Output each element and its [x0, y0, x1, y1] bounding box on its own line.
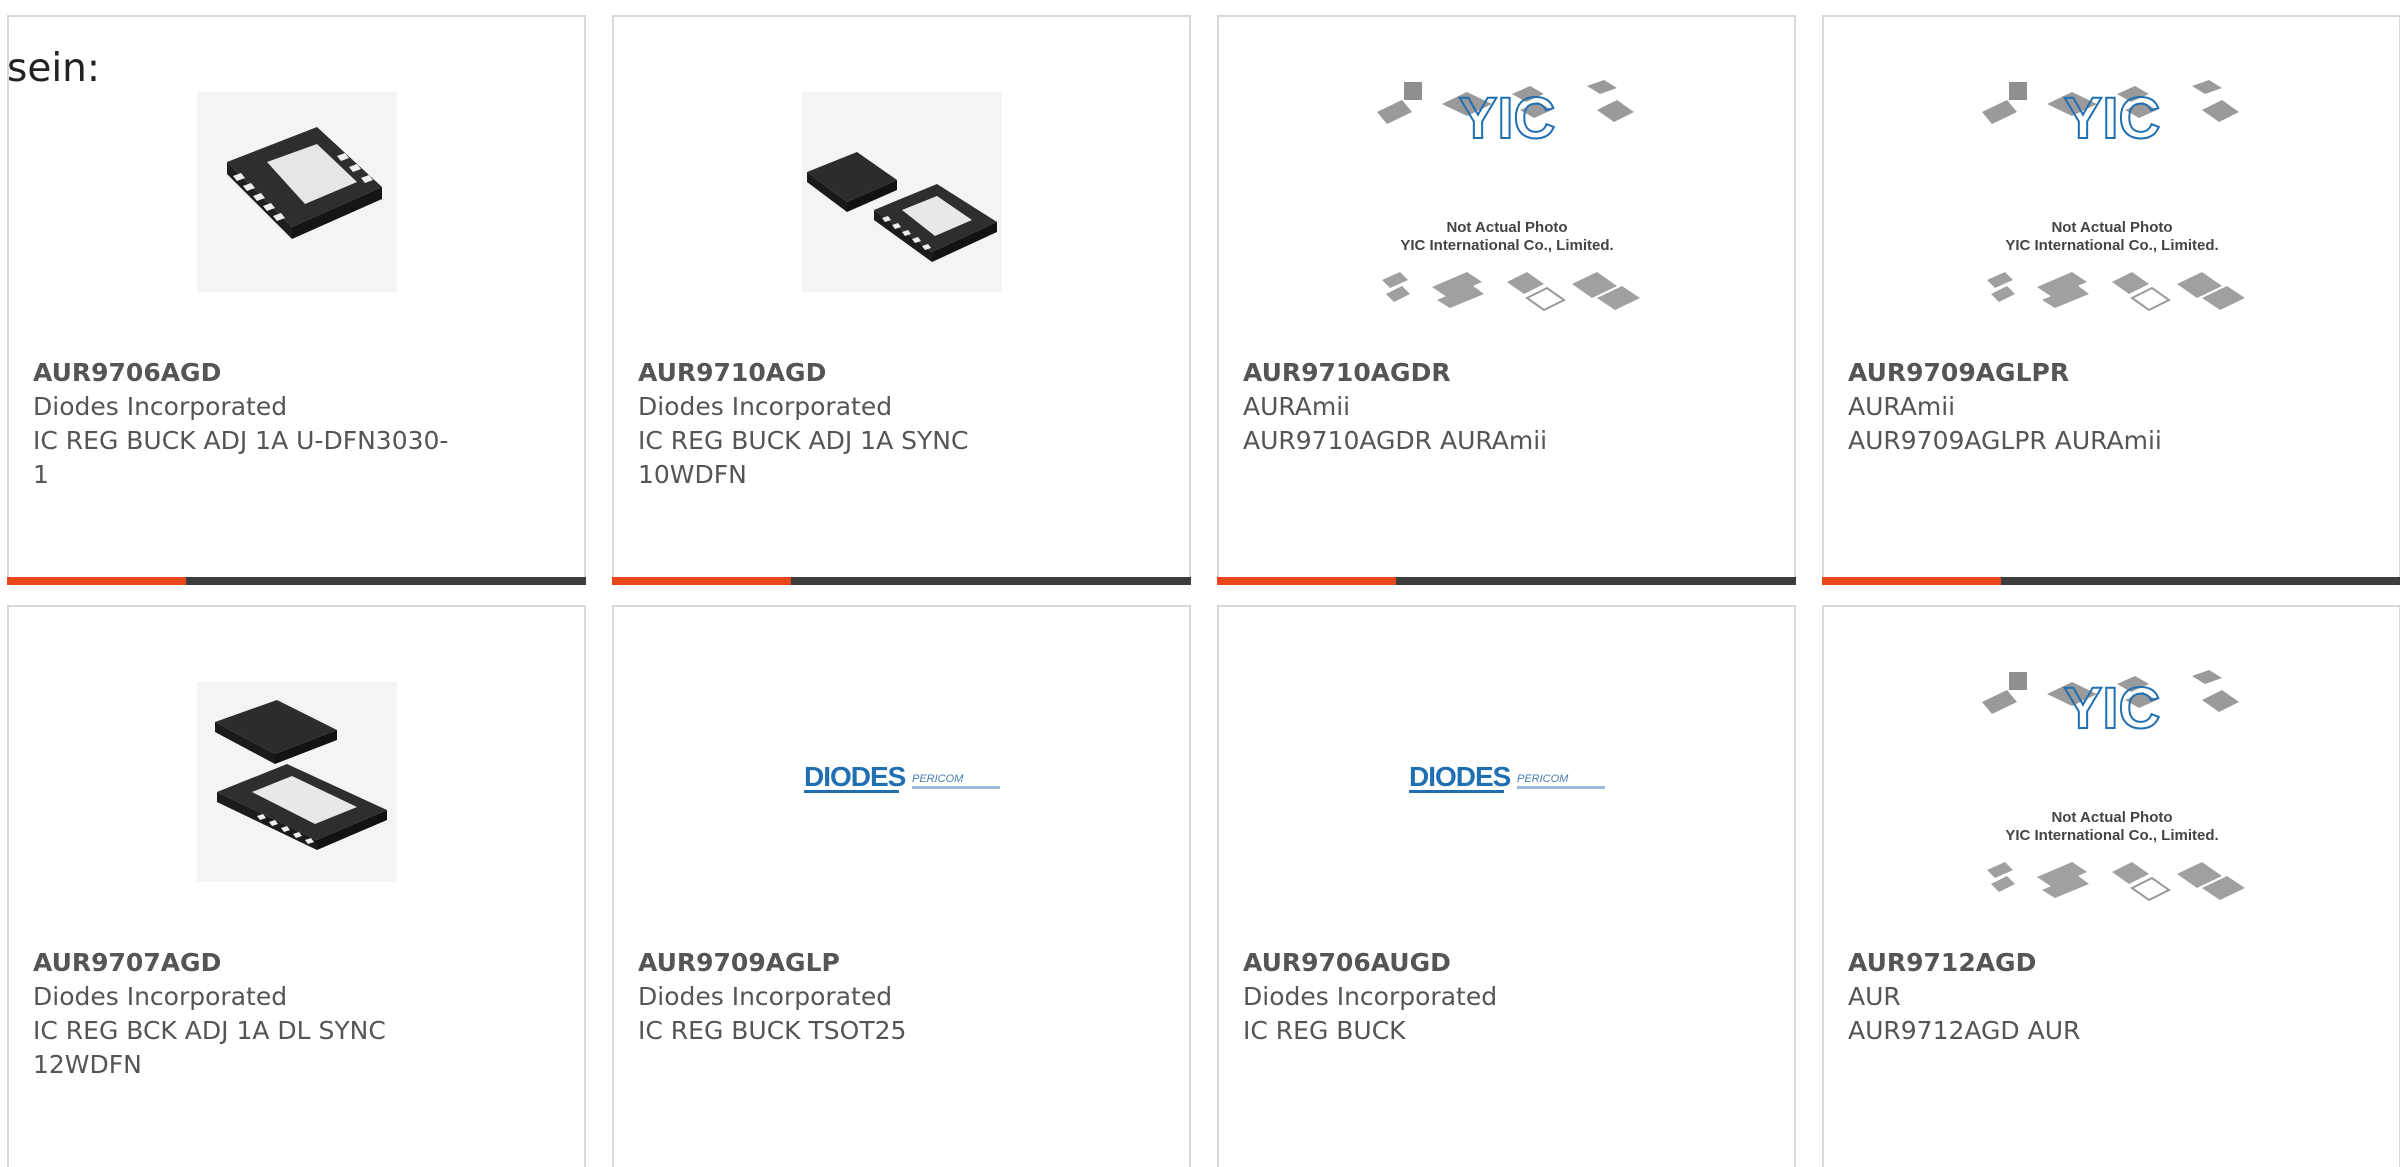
product-image[interactable] — [614, 72, 1189, 312]
pericom-logo: PERICOM — [1517, 773, 1569, 785]
ic-chip-image — [801, 92, 1002, 292]
product-image[interactable]: DIODES PERICOM — [1219, 662, 1794, 902]
product-info: AUR9710AGDR AURAmii AUR9710AGDR AURAmii — [1243, 356, 1673, 458]
progress-fill — [7, 577, 187, 585]
part-number-link[interactable]: AUR9706AGD — [33, 356, 463, 390]
product-grid: AUR9706AGD Diodes Incorporated IC REG BU… — [7, 15, 2400, 1167]
product-card[interactable]: YIC Not Actual Photo YIC International C… — [1822, 15, 2400, 585]
diodes-logo: DIODES — [804, 762, 906, 792]
product-image[interactable]: YIC Not Actual Photo YIC International C… — [1219, 72, 1794, 312]
diodes-logo-image: DIODES PERICOM — [1408, 762, 1605, 793]
product-card[interactable]: AUR9710AGD Diodes Incorporated IC REG BU… — [612, 15, 1191, 585]
part-number-link[interactable]: AUR9710AGD — [638, 356, 1068, 390]
progress-bar — [7, 577, 586, 585]
yic-placeholder-image: YIC Not Actual Photo YIC International C… — [1981, 80, 2245, 312]
ic-chip-image — [196, 682, 397, 882]
description: IC REG BUCK — [1243, 1016, 1406, 1045]
yic-placeholder-image: YIC Not Actual Photo YIC International C… — [1981, 670, 2245, 902]
description: IC REG BUCK TSOT25 — [638, 1016, 907, 1045]
yic-note-line2: YIC International Co., Limited. — [2005, 827, 2218, 844]
part-number-link[interactable]: AUR9709AGLP — [638, 946, 1068, 980]
yic-logo: YIC — [2063, 676, 2160, 741]
yic-placeholder-image: YIC Not Actual Photo YIC International C… — [1376, 80, 1640, 312]
yic-note-line2: YIC International Co., Limited. — [2005, 237, 2218, 254]
manufacturer: AUR — [1848, 982, 1901, 1011]
description: IC REG BUCK ADJ 1A SYNC 10WDFN — [638, 426, 969, 489]
yic-logo: YIC — [2063, 86, 2160, 151]
description: IC REG BUCK ADJ 1A U-DFN3030-1 — [33, 426, 449, 489]
product-image[interactable]: YIC Not Actual Photo YIC International C… — [1824, 72, 2399, 312]
part-number-link[interactable]: AUR9710AGDR — [1243, 356, 1673, 390]
product-card[interactable]: DIODES PERICOM AUR9706AUGD Diodes Incorp… — [1217, 605, 1796, 1167]
diodes-logo: DIODES — [1409, 762, 1511, 792]
product-image[interactable] — [9, 662, 584, 902]
manufacturer: Diodes Incorporated — [638, 982, 893, 1011]
product-card[interactable]: YIC Not Actual Photo YIC International C… — [1217, 15, 1796, 585]
product-info: AUR9712AGD AUR AUR9712AGD AUR — [1848, 946, 2278, 1048]
yic-note-line2: YIC International Co., Limited. — [1400, 237, 1613, 254]
part-number-link[interactable]: AUR9707AGD — [33, 946, 463, 980]
product-info: AUR9709AGLPR AURAmii AUR9709AGLPR AURAmi… — [1848, 356, 2278, 458]
pericom-logo: PERICOM — [912, 773, 964, 785]
intro-text: sein: — [7, 46, 101, 91]
product-image[interactable] — [9, 72, 584, 312]
progress-fill — [612, 577, 792, 585]
manufacturer: AURAmii — [1243, 392, 1351, 421]
manufacturer: Diodes Incorporated — [33, 392, 288, 421]
manufacturer: AURAmii — [1848, 392, 1956, 421]
diodes-logo-image: DIODES PERICOM — [803, 762, 1000, 793]
progress-fill — [1217, 577, 1397, 585]
product-info: AUR9707AGD Diodes Incorporated IC REG BC… — [33, 946, 463, 1082]
product-card[interactable]: YIC Not Actual Photo YIC International C… — [1822, 605, 2400, 1167]
manufacturer: Diodes Incorporated — [1243, 982, 1498, 1011]
product-image[interactable]: DIODES PERICOM — [614, 662, 1189, 902]
progress-bar — [612, 577, 1191, 585]
product-info: AUR9706AGD Diodes Incorporated IC REG BU… — [33, 356, 463, 492]
yic-logo: YIC — [1458, 86, 1555, 151]
product-info: AUR9709AGLP Diodes Incorporated IC REG B… — [638, 946, 1068, 1048]
part-number-link[interactable]: AUR9709AGLPR — [1848, 356, 2278, 390]
product-image[interactable]: YIC Not Actual Photo YIC International C… — [1824, 662, 2399, 902]
product-list-page: sein: AUR9706AGD Diodes Incorporated IC … — [0, 0, 2400, 1167]
description: AUR9710AGDR AURAmii — [1243, 426, 1548, 455]
product-card[interactable]: AUR9706AGD Diodes Incorporated IC REG BU… — [7, 15, 586, 585]
progress-bar — [1217, 577, 1796, 585]
yic-note-line1: Not Actual Photo — [2051, 219, 2172, 236]
description: IC REG BCK ADJ 1A DL SYNC 12WDFN — [33, 1016, 386, 1079]
description: AUR9712AGD AUR — [1848, 1016, 2081, 1045]
yic-note-line1: Not Actual Photo — [2051, 809, 2172, 826]
manufacturer: Diodes Incorporated — [33, 982, 288, 1011]
manufacturer: Diodes Incorporated — [638, 392, 893, 421]
product-info: AUR9710AGD Diodes Incorporated IC REG BU… — [638, 356, 1068, 492]
progress-fill — [1822, 577, 2002, 585]
description: AUR9709AGLPR AURAmii — [1848, 426, 2162, 455]
product-card[interactable]: AUR9707AGD Diodes Incorporated IC REG BC… — [7, 605, 586, 1167]
part-number-link[interactable]: AUR9712AGD — [1848, 946, 2278, 980]
part-number-link[interactable]: AUR9706AUGD — [1243, 946, 1673, 980]
ic-chip-image — [196, 92, 397, 292]
yic-note-line1: Not Actual Photo — [1446, 219, 1567, 236]
product-card[interactable]: DIODES PERICOM AUR9709AGLP Diodes Incorp… — [612, 605, 1191, 1167]
product-info: AUR9706AUGD Diodes Incorporated IC REG B… — [1243, 946, 1673, 1048]
progress-bar — [1822, 577, 2400, 585]
